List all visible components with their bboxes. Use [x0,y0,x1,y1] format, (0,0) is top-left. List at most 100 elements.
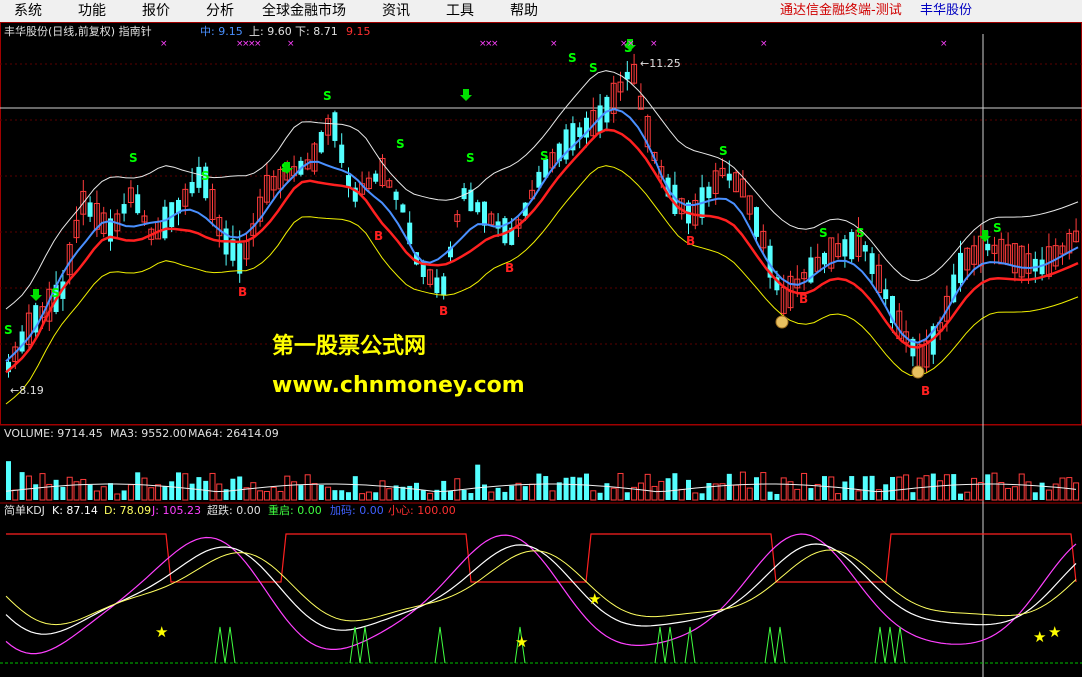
app-title: 通达信金融终端-测试 [780,3,902,18]
volume-bar [189,483,195,500]
sell-signal: S [540,149,549,163]
volume-bar [209,472,216,501]
kdj-chaodie-spike [214,626,226,664]
menu-tools[interactable]: 工具 [446,1,474,21]
menu-function[interactable]: 功能 [78,1,106,21]
top-cross-mark: × [760,39,768,49]
candle-body [189,181,195,194]
volume-bar [855,490,862,501]
volume-bar [706,483,712,500]
volume-bar [318,485,324,500]
candle-body [346,175,351,187]
volume-bar [754,477,759,500]
volume-bar [916,477,923,501]
volume-bar [66,476,73,501]
volume-bar [835,493,842,501]
volume-bar [332,490,338,500]
kdj-xiaoxin-label: 小心: 100.00 [388,504,456,517]
volume-bar [414,482,419,500]
volume-bar [665,478,671,500]
candle-body [482,201,487,226]
money-bag-icon [775,315,789,329]
volume-bar [148,487,155,501]
kdj-star-icon: ★ [1033,628,1046,646]
sell-signal: S [396,137,405,151]
kdj-star-icon: ★ [155,623,168,641]
volume-bar [883,484,889,500]
candle-body [706,186,712,199]
volume-bar [93,490,100,501]
volume-bar [263,490,270,501]
top-cross-mark: × [254,39,262,49]
stock-chart-area[interactable]: ★★★★★ SSSSSSSSSSSSSSSSBBBBBBB ××××××××××… [0,22,1082,677]
volume-bar [488,491,495,501]
menu-global-markets[interactable]: 全球金融市场 [262,1,346,21]
candle-body [842,239,848,257]
volume-bar [577,477,583,500]
buy-signal: B [921,384,930,398]
menu-system[interactable]: 系统 [14,1,42,21]
kdj-chaodie-spike [874,626,886,664]
volume-bar [862,476,868,500]
volume-bar [801,472,808,501]
volume-bar [141,477,148,501]
volume-bar [359,493,366,501]
candle-body [822,252,827,265]
buy-signal: B [686,234,695,248]
watermark-title: 第一股票公式网 [272,333,426,359]
volume-bar [448,490,453,500]
volume-bar [951,474,957,500]
volume-bar [699,493,705,500]
down-arrow-icon [30,289,42,301]
volume-bar [196,477,202,500]
volume-bar [910,492,916,500]
candle-body [162,206,168,239]
menu-analysis[interactable]: 分析 [206,1,234,21]
sell-signal: S [568,51,577,65]
menu-quotes[interactable]: 报价 [142,1,170,21]
volume-bar [991,472,998,501]
volume-bar [33,484,39,500]
volume-bar [250,482,257,501]
volume-bar [420,490,426,500]
candle-body [339,144,345,163]
candle-body [237,243,243,274]
volume-bar [1011,486,1018,501]
volume-bar [6,461,11,500]
buy-signal: B [799,292,808,306]
candles-group [6,53,1080,378]
candle-body [849,232,855,260]
low-price-mark: ←8.19 [10,384,44,397]
volume-bar [869,475,875,500]
volume-bar [80,478,87,501]
volume-bar [808,488,814,500]
volume-bar [903,474,910,501]
menu-help[interactable]: 帮助 [510,1,538,21]
kdj-k-line [5,543,1077,635]
volume-bar [780,477,787,501]
ma3-label: MA3: 9552.00 [110,427,187,440]
kdj-k-label: K: 87.14 [52,504,98,517]
money-bag-icon [911,365,925,379]
volume-bar [365,491,372,501]
volume-bar [1005,487,1012,501]
volume-bar [60,486,66,500]
volume-bar [325,486,332,501]
stock-name-title: 丰华股份 [920,3,973,18]
kdj-d-line [5,549,1077,626]
volume-bar [686,479,691,500]
kdj-title: 简单KDJ [4,503,45,517]
top-cross-mark: × [940,39,948,49]
volume-bar [162,485,168,500]
volume-bar [937,480,944,501]
volume-bar [311,483,318,501]
sell-signal: S [129,151,138,165]
down-arrow-icon [460,89,472,101]
menu-news[interactable]: 资讯 [382,1,410,21]
volume-bar [767,491,773,500]
candle-body [393,191,399,200]
volume-bar [121,490,127,500]
volume-bar [637,482,644,501]
volume-bar [998,482,1005,501]
volume-bar [53,479,59,500]
